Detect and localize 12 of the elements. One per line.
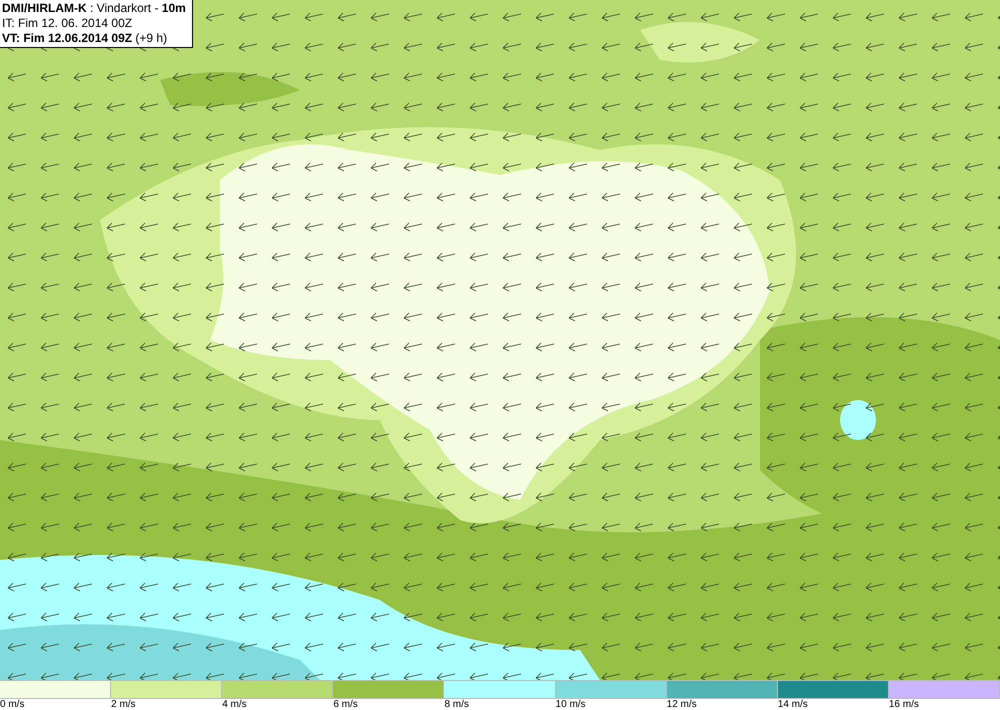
legend-label: 8 m/s — [444, 699, 469, 710]
header-line: DMI/HIRLAM-K : Vindarkort - 10m — [2, 1, 186, 16]
legend-label: 2 m/s — [111, 699, 136, 710]
legend-label: 12 m/s — [666, 699, 697, 710]
legend-label: 6 m/s — [333, 699, 358, 710]
legend-label: 10 m/s — [556, 699, 586, 710]
legend-label: 16 m/s — [888, 699, 919, 710]
legend-label: 14 m/s — [778, 699, 808, 710]
header-line: IT: Fim 12. 06. 2014 00Z — [2, 16, 134, 31]
legend-label: 4 m/s — [222, 699, 247, 710]
legend-label: 0 m/s — [0, 699, 24, 710]
header-line: VT: Fim 12.06.2014 09Z (+9 h) — [2, 31, 168, 46]
